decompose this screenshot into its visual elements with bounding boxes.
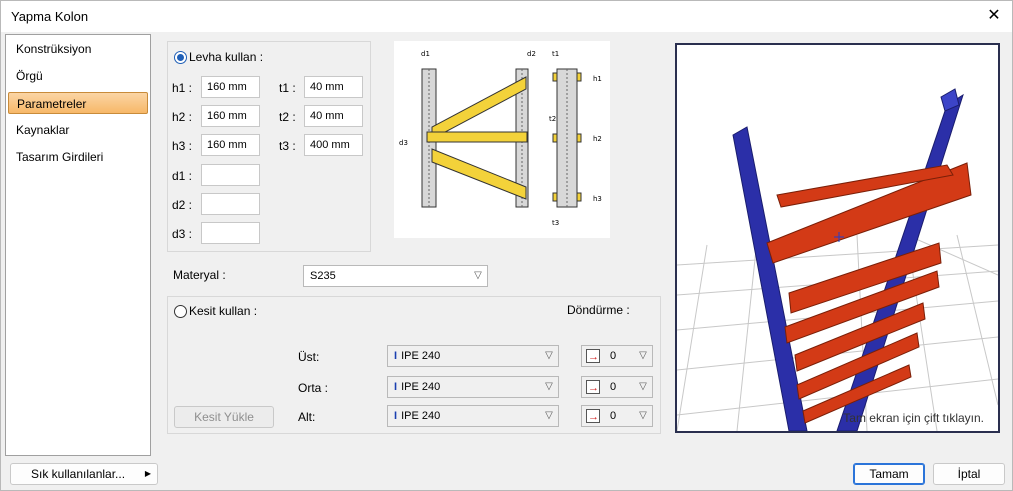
rotate-icon bbox=[586, 378, 600, 398]
ibeam-icon: I bbox=[394, 350, 398, 362]
chevron-down-icon: ▽ bbox=[639, 350, 647, 361]
chevron-down-icon: ▽ bbox=[639, 410, 647, 421]
t1-label: t1 : bbox=[279, 81, 296, 95]
chevron-down-icon: ▽ bbox=[474, 270, 482, 281]
chevron-down-icon: ▽ bbox=[545, 350, 553, 361]
h3-field[interactable]: 160 mm bbox=[201, 134, 260, 156]
sidebar-item-parametreler[interactable]: Parametreler bbox=[8, 92, 148, 114]
preview-3d[interactable]: Tam ekran için çift tıklayın. bbox=[675, 43, 1000, 433]
sidebar-item-tasarim-girdileri[interactable]: Tasarım Girdileri bbox=[8, 146, 148, 168]
rotate-icon bbox=[586, 347, 600, 367]
upper-brace-shape bbox=[431, 76, 527, 140]
plate-group: Levha kullan : h1 : 160 mm t1 : 40 mm h2… bbox=[167, 41, 371, 252]
row-alt-rotation-select[interactable]: 0 ▽ bbox=[581, 405, 653, 427]
chevron-down-icon: ▽ bbox=[545, 410, 553, 421]
diagram-label-h2: h2 bbox=[593, 135, 602, 143]
material-select[interactable]: S235 ▽ bbox=[303, 265, 488, 287]
diagram-label-h1: h1 bbox=[593, 75, 602, 83]
d2-label: d2 : bbox=[172, 198, 193, 212]
sidebar-item-konstruksiyon[interactable]: Konstrüksiyon bbox=[8, 38, 148, 60]
h1-field[interactable]: 160 mm bbox=[201, 76, 260, 98]
row-orta-rotation: 0 bbox=[610, 381, 617, 393]
title-bar: Yapma Kolon ✕ bbox=[1, 1, 1012, 32]
lower-brace-shape bbox=[431, 148, 527, 200]
favorites-button[interactable]: Sık kullanılanlar... ▶ bbox=[10, 463, 158, 485]
plate-radio-label: Levha kullan : bbox=[189, 50, 264, 64]
left-column-3d bbox=[732, 126, 808, 431]
preview-3d-svg bbox=[677, 88, 998, 431]
t1-field[interactable]: 40 mm bbox=[304, 76, 363, 98]
d1-field[interactable] bbox=[201, 164, 260, 186]
plate-diagram: d1 d2 d3 t1 t2 t3 h1 h2 h3 bbox=[394, 41, 610, 238]
d1-label: d1 : bbox=[172, 169, 193, 183]
chevron-down-icon: ▽ bbox=[639, 381, 647, 392]
material-label: Materyal : bbox=[173, 268, 226, 282]
cancel-button[interactable]: İptal bbox=[933, 463, 1005, 485]
diagram-label-h3: h3 bbox=[593, 195, 602, 203]
row-orta-label: Orta : bbox=[298, 381, 329, 395]
diagram-label-t2: t2 bbox=[549, 115, 556, 123]
sidebar-item-kaynaklar[interactable]: Kaynaklar bbox=[8, 119, 148, 141]
d3-field[interactable] bbox=[201, 222, 260, 244]
chevron-right-icon: ▶ bbox=[144, 469, 151, 478]
row-ust-rotation: 0 bbox=[610, 350, 617, 362]
t2-label: t2 : bbox=[279, 110, 296, 124]
diagram-label-d2: d2 bbox=[527, 50, 536, 58]
ibeam-icon: I bbox=[394, 410, 398, 422]
load-section-button[interactable]: Kesit Yükle bbox=[174, 406, 274, 428]
row-orta-profile-select[interactable]: I IPE 240 ▽ bbox=[387, 376, 559, 398]
material-value: S235 bbox=[310, 270, 336, 282]
h2-field[interactable]: 160 mm bbox=[201, 105, 260, 127]
ok-button[interactable]: Tamam bbox=[853, 463, 925, 485]
close-icon[interactable]: ✕ bbox=[978, 1, 1010, 32]
h2-label: h2 : bbox=[172, 110, 193, 124]
section-radio[interactable] bbox=[174, 305, 187, 318]
section-group: Kesit kullan : Döndürme : Üst: I IPE 240 … bbox=[167, 296, 661, 434]
diagram-label-t3: t3 bbox=[552, 219, 559, 227]
h3-label: h3 : bbox=[172, 139, 193, 153]
chevron-down-icon: ▽ bbox=[545, 381, 553, 392]
t2-field[interactable]: 40 mm bbox=[304, 105, 363, 127]
row-ust-profile: IPE 240 bbox=[401, 350, 441, 362]
preview-hint: Tam ekran için çift tıklayın. bbox=[843, 411, 984, 425]
middle-brace-shape bbox=[426, 131, 528, 143]
d2-field[interactable] bbox=[201, 193, 260, 215]
h1-label: h1 : bbox=[172, 81, 193, 95]
ibeam-icon: I bbox=[394, 381, 398, 393]
diagram-label-t1: t1 bbox=[552, 50, 559, 58]
section-radio-label: Kesit kullan : bbox=[189, 304, 258, 318]
top-lacing-3d bbox=[766, 162, 972, 264]
plate-radio[interactable] bbox=[174, 51, 187, 64]
diagram-label-d3: d3 bbox=[399, 139, 408, 147]
row-alt-rotation: 0 bbox=[610, 410, 617, 422]
d3-label: d3 : bbox=[172, 227, 193, 241]
sidebar-item-orgu[interactable]: Örgü bbox=[8, 65, 148, 87]
rotate-icon bbox=[586, 407, 600, 427]
rotation-header: Döndürme : bbox=[567, 303, 630, 317]
row-alt-label: Alt: bbox=[298, 410, 316, 424]
dialog-window: Yapma Kolon ✕ Konstrüksiyon Örgü Paramet… bbox=[0, 0, 1013, 491]
row-ust-rotation-select[interactable]: 0 ▽ bbox=[581, 345, 653, 367]
row-ust-label: Üst: bbox=[298, 350, 320, 364]
window-title: Yapma Kolon bbox=[11, 9, 89, 24]
favorites-label: Sık kullanılanlar... bbox=[31, 467, 126, 481]
t3-label: t3 : bbox=[279, 139, 296, 153]
row-alt-profile: IPE 240 bbox=[401, 410, 441, 422]
t3-field[interactable]: 400 mm bbox=[304, 134, 363, 156]
diagram-label-d1: d1 bbox=[421, 50, 430, 58]
row-alt-profile-select[interactable]: I IPE 240 ▽ bbox=[387, 405, 559, 427]
plate-diagram-svg: d1 d2 d3 t1 t2 t3 h1 h2 h3 bbox=[399, 50, 602, 227]
row-orta-profile: IPE 240 bbox=[401, 381, 441, 393]
sidebar: Konstrüksiyon Örgü Parametreler Kaynakla… bbox=[5, 34, 151, 456]
row-ust-profile-select[interactable]: I IPE 240 ▽ bbox=[387, 345, 559, 367]
row-orta-rotation-select[interactable]: 0 ▽ bbox=[581, 376, 653, 398]
